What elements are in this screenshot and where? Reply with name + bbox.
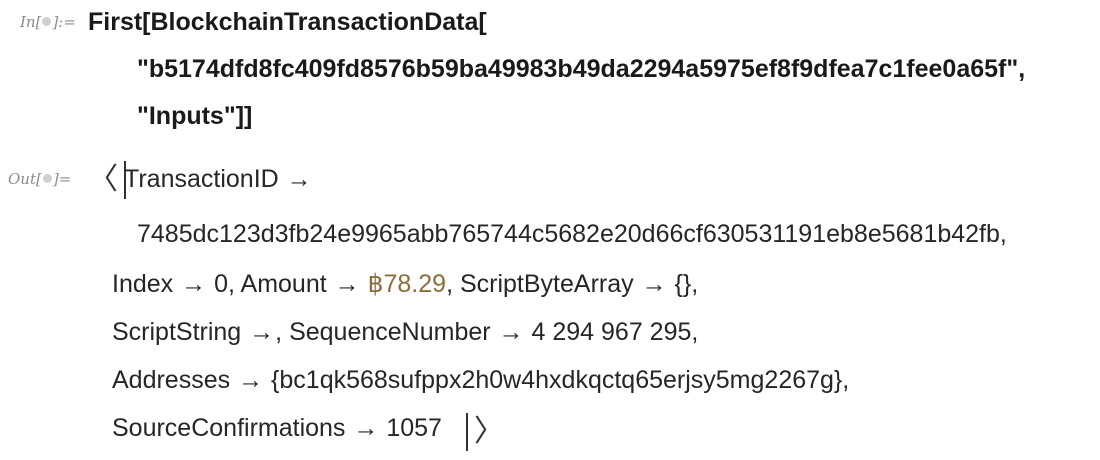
index-key: Index bbox=[112, 270, 174, 298]
script-byte-array-value: {}, bbox=[674, 270, 699, 298]
rule-arrow: → bbox=[249, 318, 275, 346]
input-code-line-3[interactable]: "Inputs"]] bbox=[137, 100, 252, 132]
input-label-prefix: In[ bbox=[20, 13, 42, 31]
input-label-suffix: ]:= bbox=[52, 13, 76, 31]
close-bracket-bar bbox=[466, 413, 468, 451]
open-angle-bracket: 〈 bbox=[88, 163, 118, 196]
rule-arrow: → bbox=[498, 318, 524, 346]
sequence-number-key: SequenceNumber bbox=[289, 318, 491, 346]
association-close-bracket: 〉 bbox=[466, 412, 504, 452]
cell-number-marker bbox=[42, 17, 52, 26]
rule-arrow: → bbox=[238, 366, 264, 394]
rule-arrow: → bbox=[181, 270, 207, 298]
output-cell-label: Out[ ]= bbox=[8, 170, 71, 188]
input-code-line-1[interactable]: First[BlockchainTransactionData[ bbox=[88, 6, 487, 38]
rule-arrow: → bbox=[353, 414, 379, 442]
output-line-index-amount: Index → 0, Amount → ฿78.29, ScriptByteAr… bbox=[112, 270, 699, 298]
amount-value: ฿78.29 bbox=[367, 270, 447, 298]
rule-arrow: → bbox=[286, 165, 312, 193]
addresses-key: Addresses bbox=[112, 366, 231, 394]
input-cell-label: In[ ]:= bbox=[20, 13, 76, 31]
source-confirmations-key: SourceConfirmations bbox=[112, 414, 346, 442]
script-string-key: ScriptString bbox=[112, 318, 242, 346]
script-string-value: , bbox=[275, 318, 283, 346]
transaction-id-value: 7485dc123d3fb24e9965abb765744c5682e20d66… bbox=[137, 220, 1007, 248]
output-line-transaction-id-key: TransactionID → bbox=[124, 163, 313, 195]
output-line-source-confirmations: SourceConfirmations → 1057 bbox=[112, 412, 442, 444]
association-open-bracket: 〈 bbox=[88, 160, 126, 200]
rule-arrow: → bbox=[334, 270, 360, 298]
addresses-value: {bc1qk568sufppx2h0w4hxdkqctq65erjsy5mg22… bbox=[271, 366, 850, 394]
cell-number-marker bbox=[42, 174, 52, 183]
sequence-number-value: 4 294 967 295, bbox=[531, 318, 699, 346]
close-angle-bracket: 〉 bbox=[474, 415, 504, 448]
output-line-script-string: ScriptString →, SequenceNumber → 4 294 9… bbox=[112, 316, 698, 348]
amount-key: Amount bbox=[240, 270, 327, 298]
source-confirmations-value: 1057 bbox=[386, 414, 442, 442]
script-byte-array-key: ScriptByteArray bbox=[459, 270, 634, 298]
input-code-line-2[interactable]: "b5174dfd8fc409fd8576b59ba49983b49da2294… bbox=[137, 53, 1025, 85]
output-label-suffix: ]= bbox=[52, 170, 72, 188]
output-label-prefix: Out[ bbox=[8, 170, 42, 188]
rule-arrow: → bbox=[641, 270, 667, 298]
index-value: 0, bbox=[214, 270, 235, 298]
transaction-id-key: TransactionID bbox=[124, 165, 279, 193]
output-line-addresses: Addresses → {bc1qk568sufppx2h0w4hxdkqctq… bbox=[112, 364, 849, 396]
